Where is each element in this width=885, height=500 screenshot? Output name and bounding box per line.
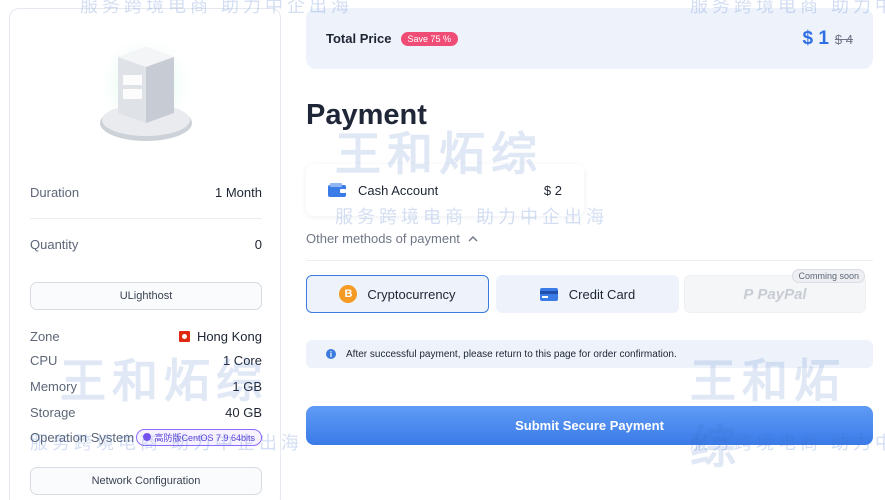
credit-card-icon: [539, 287, 558, 301]
price-new: $ 1: [802, 27, 829, 49]
order-summary-card: Duration 1 Month Quantity 0 ULighthost Z…: [9, 8, 281, 500]
save-badge: Save 75 %: [400, 31, 459, 46]
hong-kong-flag-icon: [178, 330, 190, 342]
notice-text: After successful payment, please return …: [346, 348, 677, 360]
chevron-up-icon: [468, 236, 478, 242]
method-label: Cryptocurrency: [367, 286, 456, 302]
info-icon: i: [326, 349, 336, 359]
spec-label: Zone: [30, 328, 60, 344]
other-methods-label: Other methods of payment: [306, 231, 460, 246]
spec-row-os: Operation System 高防版CentOS 7.9 64bits: [30, 428, 262, 446]
paypal-icon: P: [743, 285, 754, 303]
submit-payment-button[interactable]: Submit Secure Payment: [306, 406, 873, 445]
credit-card-button[interactable]: Credit Card: [496, 275, 679, 313]
ulighthost-button[interactable]: ULighthost: [30, 282, 262, 310]
spec-label: CPU: [30, 352, 58, 368]
spec-row-storage: Storage 40 GB: [30, 403, 262, 421]
checkout-page: Duration 1 Month Quantity 0 ULighthost Z…: [0, 0, 885, 500]
cryptocurrency-button[interactable]: B Cryptocurrency: [306, 275, 489, 313]
cash-account-option[interactable]: Cash Account $ 2: [306, 164, 584, 216]
wallet-icon: [328, 183, 346, 197]
paypal-button: P PayPal Comming soon: [684, 269, 866, 313]
coming-soon-badge: Comming soon: [792, 269, 865, 283]
spec-label: Storage: [30, 404, 76, 420]
server-illustration-icon: [94, 37, 198, 141]
os-chip: 高防版CentOS 7.9 64bits: [136, 428, 262, 446]
other-methods-toggle[interactable]: Other methods of payment: [306, 231, 478, 246]
cash-account-amount: $ 2: [543, 182, 562, 198]
spec-value: Hong Kong: [178, 329, 262, 344]
spec-row-cpu: CPU 1 Core: [30, 351, 262, 369]
method-label: Credit Card: [568, 286, 636, 302]
spec-row-memory: Memory 1 GB: [30, 377, 262, 395]
summary-value: 0: [254, 237, 262, 252]
summary-row-duration: Duration 1 Month: [30, 185, 262, 200]
summary-label: Quantity: [30, 237, 79, 252]
spec-value: 1 GB: [232, 378, 262, 394]
bitcoin-icon: B: [339, 285, 358, 303]
payment-notice: i After successful payment, please retur…: [306, 340, 873, 368]
payment-title: Payment: [306, 99, 427, 131]
spec-row-zone: Zone Hong Kong: [30, 327, 262, 345]
cash-account-label: Cash Account: [358, 182, 439, 198]
spec-label: Memory: [30, 378, 77, 394]
os-logo-icon: [143, 433, 152, 441]
method-label: PayPal: [757, 285, 807, 303]
spec-label: Operation System: [30, 429, 135, 445]
total-price-values: $ 1 $ 4: [803, 28, 854, 50]
summary-row-quantity: Quantity 0: [30, 237, 262, 252]
spec-value: 1 Core: [222, 352, 262, 368]
spec-value: 40 GB: [225, 404, 262, 420]
summary-value: 1 Month: [215, 185, 262, 200]
summary-label: Duration: [30, 185, 80, 200]
price-old: $ 4: [834, 31, 853, 47]
total-price-label: Total Price: [326, 31, 392, 46]
total-price-bar: Total Price Save 75 % $ 1 $ 4: [306, 8, 873, 69]
divider: [306, 260, 873, 261]
network-configuration-button[interactable]: Network Configuration: [30, 467, 262, 495]
divider: [30, 218, 262, 219]
